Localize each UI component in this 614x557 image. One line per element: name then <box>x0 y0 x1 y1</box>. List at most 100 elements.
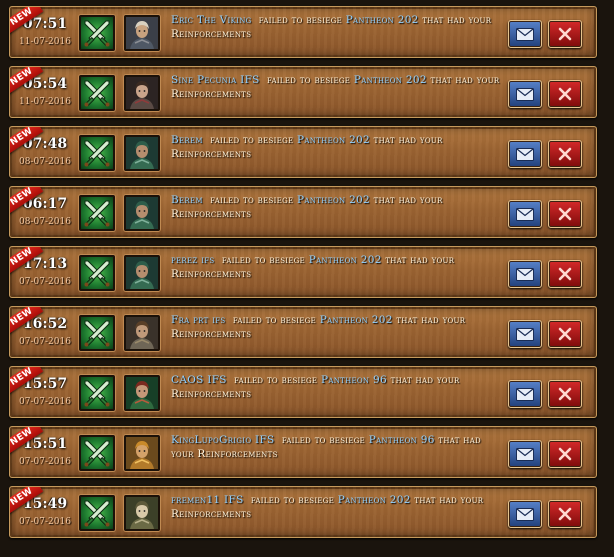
player-avatar[interactable] <box>124 75 160 111</box>
delete-button[interactable] <box>548 20 582 48</box>
close-x-icon <box>558 207 572 221</box>
delete-button[interactable] <box>548 380 582 408</box>
battle-report-list: NEW 07:51 11-07-2016 Eric The Viking failed… <box>0 0 614 557</box>
report-message: Sine Pecunia IFS failed to besiege Panth… <box>171 73 503 101</box>
target-city-link[interactable]: Pantheon 96 <box>369 434 435 446</box>
report-date: 07-07-2016 <box>19 337 71 347</box>
report-row: NEW 15:49 07-07-2016 fremen11 IFS failed to… <box>9 486 597 538</box>
report-date: 08-07-2016 <box>19 157 71 167</box>
close-x-icon <box>558 87 572 101</box>
player-avatar[interactable] <box>124 195 160 231</box>
report-date: 07-07-2016 <box>19 277 71 287</box>
crossed-swords-icon <box>79 315 115 351</box>
crossed-swords-icon <box>79 255 115 291</box>
report-row: NEW 15:51 07-07-2016 KingLupoGrigio IFS fai… <box>9 426 597 478</box>
mail-button[interactable] <box>508 20 542 48</box>
report-action-text: failed to besiege <box>210 194 294 206</box>
delete-button[interactable] <box>548 140 582 168</box>
player-avatar[interactable] <box>124 495 160 531</box>
player-name-link[interactable]: Fra prt ifs <box>171 314 226 326</box>
mail-button[interactable] <box>508 380 542 408</box>
crossed-swords-icon <box>79 495 115 531</box>
report-action-text: failed to besiege <box>232 314 317 326</box>
player-name-link[interactable]: fremen11 IFS <box>171 494 244 506</box>
delete-button[interactable] <box>548 500 582 528</box>
crossed-swords-icon <box>79 135 115 171</box>
mail-button[interactable] <box>508 320 542 348</box>
report-message: Berem failed to besiege Pantheon 202 tha… <box>171 193 503 221</box>
target-city-link[interactable]: Pantheon 202 <box>320 314 393 326</box>
target-city-link[interactable]: Pantheon 202 <box>309 254 382 266</box>
envelope-icon <box>516 447 534 461</box>
report-message: perez ifs failed to besiege Pantheon 202… <box>171 253 503 281</box>
mail-button[interactable] <box>508 440 542 468</box>
crossed-swords-icon <box>79 75 115 111</box>
envelope-icon <box>516 267 534 281</box>
close-x-icon <box>558 447 572 461</box>
envelope-icon <box>516 87 534 101</box>
mail-button[interactable] <box>508 500 542 528</box>
delete-button[interactable] <box>548 320 582 348</box>
delete-button[interactable] <box>548 260 582 288</box>
delete-button[interactable] <box>548 80 582 108</box>
report-row: NEW 07:48 08-07-2016 Berem failed to besieg… <box>9 126 597 178</box>
report-action-text: failed to besiege <box>281 434 366 446</box>
player-name-link[interactable]: Berem <box>171 134 203 146</box>
player-avatar[interactable] <box>124 15 160 51</box>
player-avatar[interactable] <box>124 315 160 351</box>
player-name-link[interactable]: CAOS IFS <box>171 374 227 386</box>
envelope-icon <box>516 327 534 341</box>
envelope-icon <box>516 507 534 521</box>
close-x-icon <box>558 267 572 281</box>
envelope-icon <box>516 207 534 221</box>
report-date: 07-07-2016 <box>19 517 71 527</box>
target-city-link[interactable]: Pantheon 202 <box>297 194 370 206</box>
close-x-icon <box>558 387 572 401</box>
report-date: 08-07-2016 <box>19 217 71 227</box>
player-avatar[interactable] <box>124 135 160 171</box>
report-date: 11-07-2016 <box>19 37 71 47</box>
player-name-link[interactable]: Berem <box>171 194 203 206</box>
report-row: NEW 17:13 07-07-2016 perez ifs failed to be… <box>9 246 597 298</box>
player-avatar[interactable] <box>124 255 160 291</box>
player-avatar[interactable] <box>124 375 160 411</box>
report-action-text: failed to besiege <box>250 494 335 506</box>
mail-button[interactable] <box>508 140 542 168</box>
crossed-swords-icon <box>79 375 115 411</box>
mail-button[interactable] <box>508 260 542 288</box>
crossed-swords-icon <box>79 15 115 51</box>
report-row: NEW 07:51 11-07-2016 Eric The Viking failed… <box>9 6 597 58</box>
target-city-link[interactable]: Pantheon 96 <box>321 374 387 386</box>
close-x-icon <box>558 327 572 341</box>
report-row: NEW 06:17 08-07-2016 Berem failed to besieg… <box>9 186 597 238</box>
report-message: Fra prt ifs failed to besiege Pantheon 2… <box>171 313 503 341</box>
crossed-swords-icon <box>79 195 115 231</box>
report-action-text: failed to besiege <box>210 134 294 146</box>
target-city-link[interactable]: Pantheon 202 <box>338 494 411 506</box>
report-action-text: failed to besiege <box>234 374 318 386</box>
report-message: fremen11 IFS failed to besiege Pantheon … <box>171 493 503 521</box>
player-name-link[interactable]: perez ifs <box>171 254 215 266</box>
report-action-text: failed to besiege <box>221 254 306 266</box>
report-action-text: failed to besiege <box>266 74 351 86</box>
target-city-link[interactable]: Pantheon 202 <box>354 74 427 86</box>
target-city-link[interactable]: Pantheon 202 <box>297 134 370 146</box>
report-message: KingLupoGrigio IFS failed to besiege Pan… <box>171 433 503 461</box>
close-x-icon <box>558 147 572 161</box>
report-date: 11-07-2016 <box>19 97 71 107</box>
report-row: NEW 05:54 11-07-2016 Sine Pecunia IFS faile… <box>9 66 597 118</box>
mail-button[interactable] <box>508 200 542 228</box>
player-avatar[interactable] <box>124 435 160 471</box>
report-message: CAOS IFS failed to besiege Pantheon 96 t… <box>171 373 503 401</box>
envelope-icon <box>516 27 534 41</box>
target-city-link[interactable]: Pantheon 202 <box>346 14 419 26</box>
delete-button[interactable] <box>548 200 582 228</box>
delete-button[interactable] <box>548 440 582 468</box>
player-name-link[interactable]: KingLupoGrigio IFS <box>171 434 275 446</box>
report-message: Eric The Viking failed to besiege Panthe… <box>171 13 503 41</box>
mail-button[interactable] <box>508 80 542 108</box>
player-name-link[interactable]: Eric The Viking <box>171 14 252 26</box>
player-name-link[interactable]: Sine Pecunia IFS <box>171 74 260 86</box>
close-x-icon <box>558 27 572 41</box>
report-message: Berem failed to besiege Pantheon 202 tha… <box>171 133 503 161</box>
